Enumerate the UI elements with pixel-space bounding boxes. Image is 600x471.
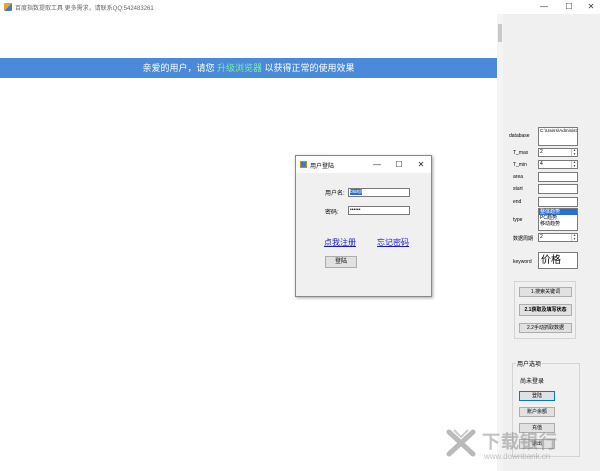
watermark-text: 下载银行 — [482, 432, 558, 452]
login-button[interactable]: 登陆 — [325, 256, 357, 268]
dialog-app-icon — [300, 161, 307, 168]
tmin-label: T_min — [513, 162, 527, 168]
dialog-minimize-icon[interactable]: — — [370, 158, 384, 171]
window-title: 百度指数提取工具 更多需求，请联系QQ:542483261 — [15, 6, 154, 12]
user-login-button[interactable]: 登陆 — [519, 391, 555, 401]
type-label: type — [513, 217, 523, 223]
username-field[interactable]: bianji — [348, 188, 410, 197]
dialog-maximize-icon[interactable]: ☐ — [392, 158, 406, 171]
password-field[interactable]: •••••• — [348, 206, 410, 215]
database-label: database — [509, 133, 530, 139]
tmin-spin-arrows-icon[interactable]: ▲ ▼ — [571, 160, 577, 168]
end-label: end — [513, 199, 522, 205]
banner-prefix: 亲爱的用户，请您 — [142, 63, 217, 73]
user-options-title: 用户选项 — [516, 359, 543, 368]
tmin-value: 4 — [540, 161, 543, 167]
tmin-stepper[interactable]: 4 ▲ ▼ — [538, 160, 578, 169]
tmax-spin-arrows-icon[interactable]: ▲ ▼ — [571, 148, 577, 156]
tmax-stepper[interactable]: 2 ▲ ▼ — [538, 148, 578, 157]
password-label: 密码: — [325, 210, 339, 216]
type-listbox[interactable]: 整体趋势 PC趋势 移动趋势 — [538, 208, 578, 231]
login-status: 尚未登录 — [520, 379, 545, 385]
start-date-field[interactable] — [538, 184, 578, 194]
upgrade-browser-link[interactable]: 升级浏览器 — [217, 63, 262, 73]
maximize-icon[interactable]: ☐ — [559, 1, 579, 13]
window-titlebar: 百度指数提取工具 更多需求，请联系QQ:542483261 — ☐ ✕ — [0, 0, 600, 14]
scrollbar-thumb[interactable] — [498, 24, 502, 42]
manual-fetch-button[interactable]: 2.2手动抓取数据 — [519, 323, 572, 333]
register-link[interactable]: 点我注册 — [324, 237, 356, 248]
period-spin-arrows-icon[interactable]: ▲ ▼ — [571, 233, 577, 241]
dialog-title: 用户登陆 — [310, 164, 335, 170]
area-label: area — [513, 174, 524, 180]
database-path-field[interactable]: C:\Users\Administrator\AppData — [538, 127, 578, 146]
period-label: 数据周期 — [513, 236, 534, 242]
username-value: bianji — [350, 189, 362, 195]
forgot-password-link[interactable]: 忘记密码 — [377, 237, 409, 248]
tmax-label: T_max — [513, 150, 529, 156]
dialog-close-icon[interactable]: ✕ — [414, 158, 428, 171]
app-icon — [4, 3, 12, 11]
dialog-titlebar: 用户登陆 — ☐ ✕ — [296, 156, 431, 173]
upgrade-browser-banner: 亲爱的用户，请您 升级浏览器 以获得正常的使用效果 — [0, 58, 497, 78]
area-field[interactable] — [538, 172, 578, 182]
end-date-field[interactable] — [538, 197, 578, 207]
keyword-input[interactable]: 价格 — [538, 252, 578, 269]
keyword-label: keyword — [513, 259, 532, 265]
period-value: 2 — [540, 234, 543, 240]
start-label: start — [513, 186, 523, 192]
watermark-logo-icon — [446, 429, 476, 457]
account-balance-button[interactable]: 账户余额 — [519, 407, 555, 417]
type-option[interactable]: 移动趋势 — [539, 221, 577, 227]
watermark: 下载银行 www.downbank.cn — [446, 428, 596, 464]
period-stepper[interactable]: 2 ▲ ▼ — [538, 233, 578, 242]
password-value: •••••• — [350, 207, 361, 213]
search-keyword-button[interactable]: 1.搜索关键词 — [519, 287, 572, 297]
fetch-status-button[interactable]: 2.1获取及填写状态 — [519, 304, 572, 316]
minimize-icon[interactable]: — — [534, 1, 554, 13]
watermark-url: www.downbank.cn — [484, 452, 551, 461]
banner-suffix: 以获得正常的使用效果 — [262, 63, 355, 73]
username-label: 用户名: — [325, 191, 345, 197]
login-dialog: 用户登陆 — ☐ ✕ 用户名: bianji 密码: •••••• 点我注册 忘… — [295, 155, 432, 297]
close-icon[interactable]: ✕ — [581, 1, 600, 13]
tmax-value: 2 — [540, 149, 543, 155]
